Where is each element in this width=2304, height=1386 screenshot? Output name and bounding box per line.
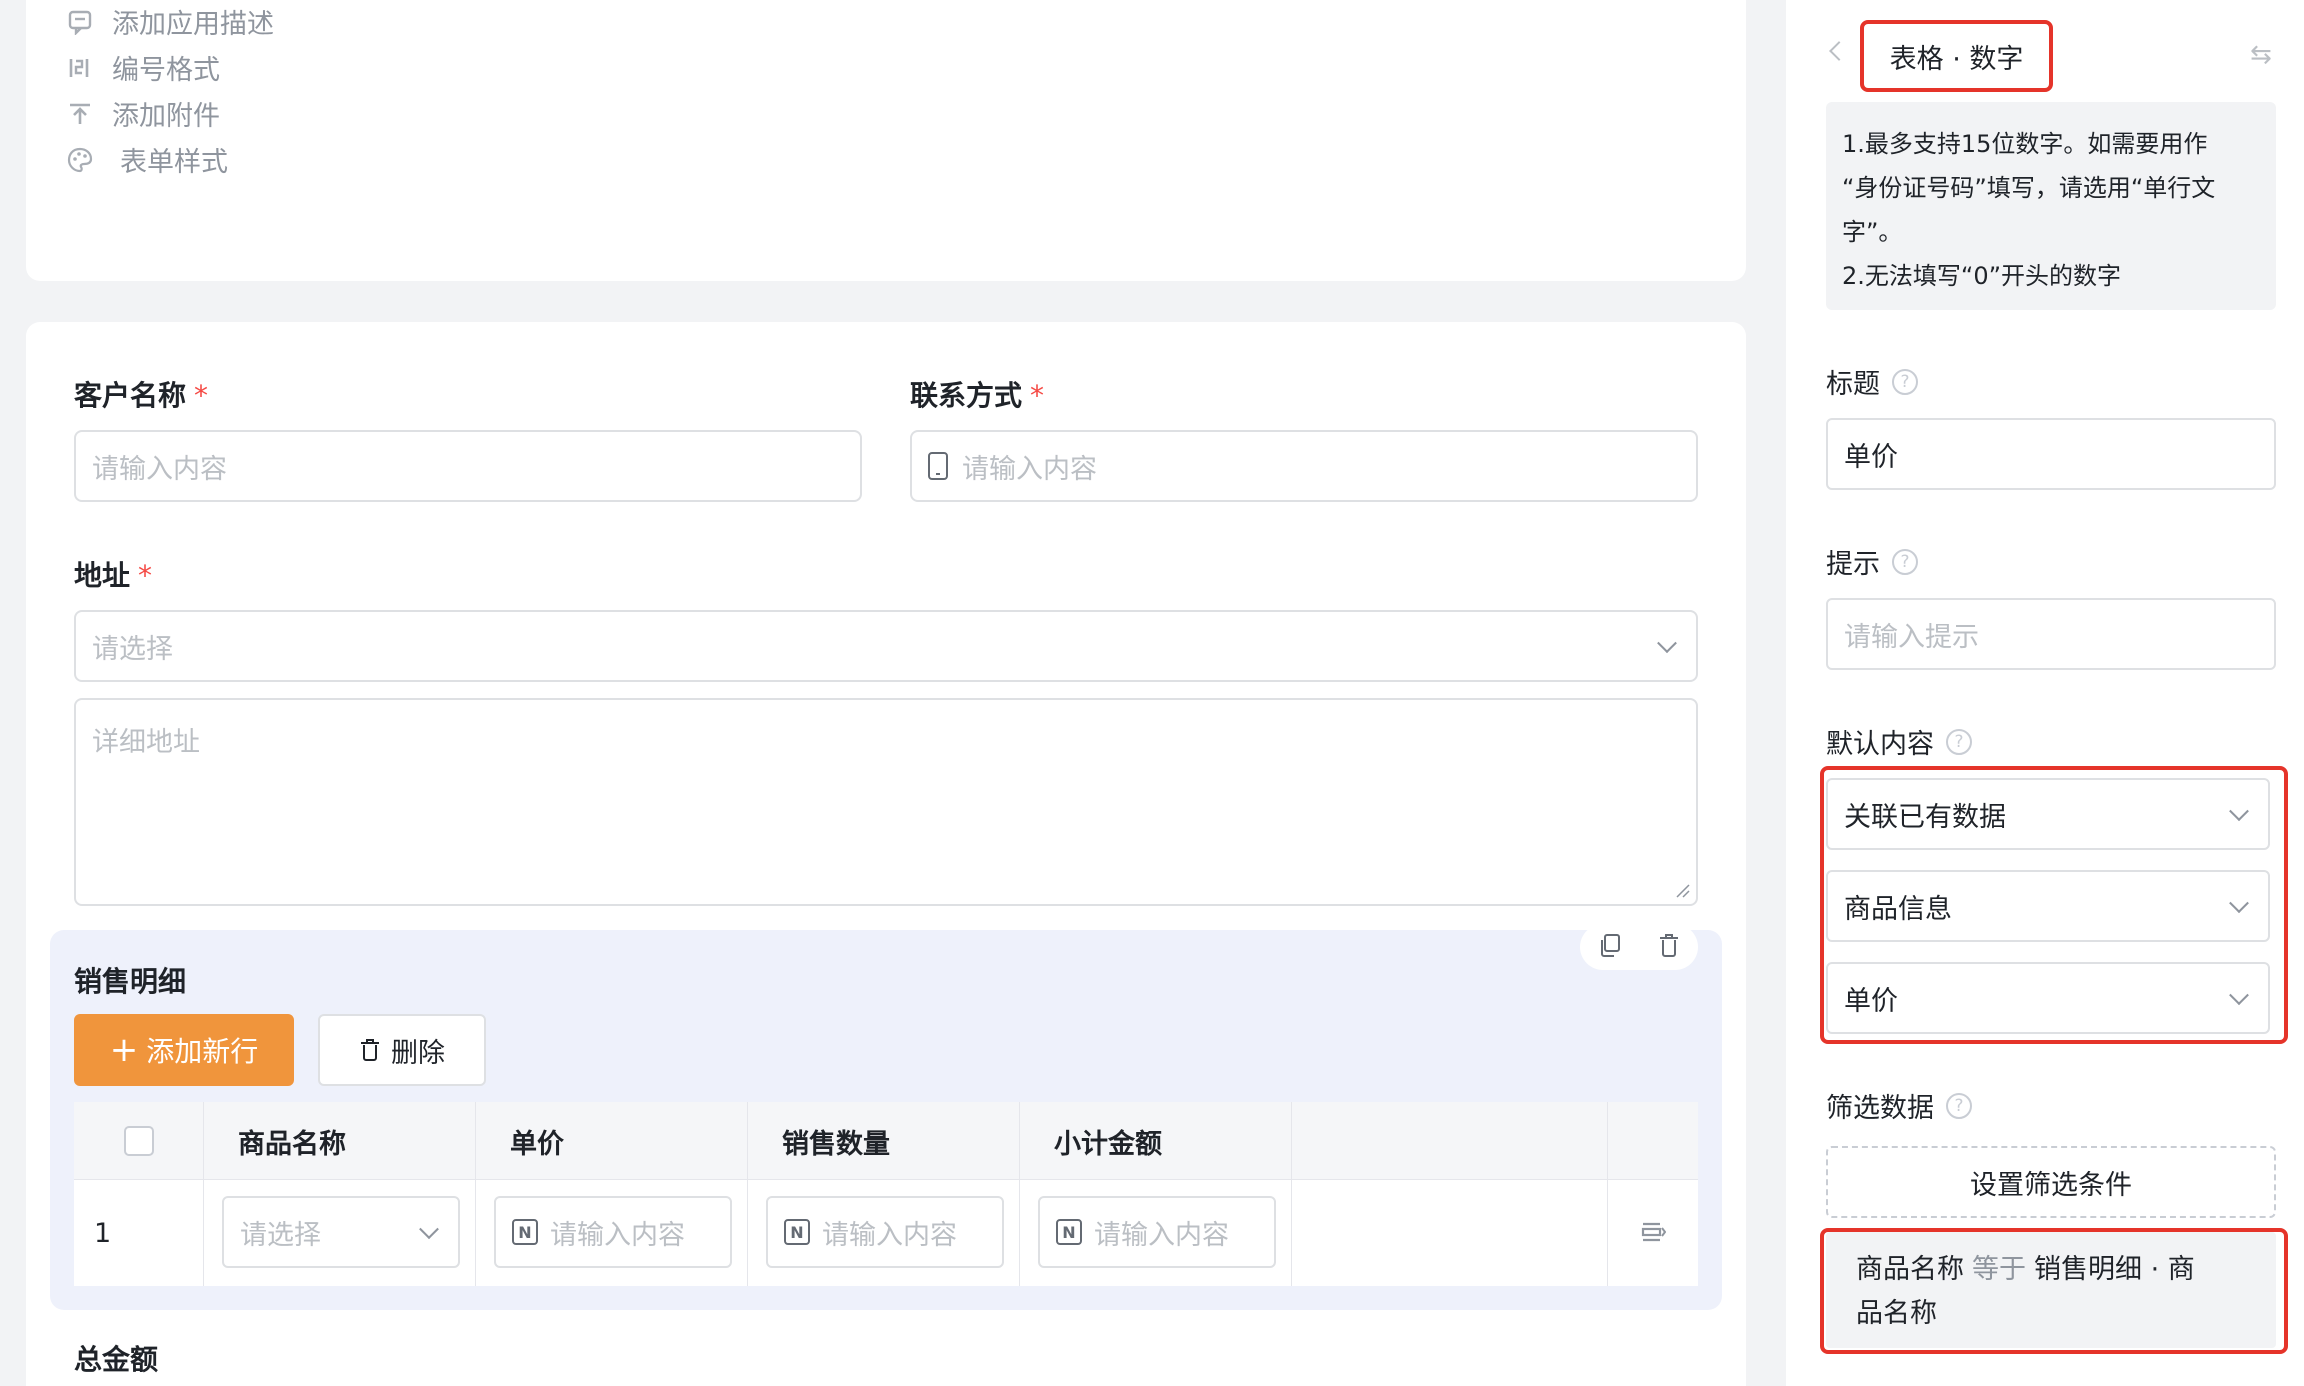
customer-name-input[interactable]: 请输入内容 xyxy=(74,430,862,502)
help-icon[interactable]: ? xyxy=(1946,728,1972,755)
contact-label: 联系方式 * xyxy=(910,379,1045,412)
upload-icon xyxy=(66,100,94,128)
condition-value-cont: 品名称 xyxy=(1856,1298,1937,1329)
chevron-down-icon xyxy=(2229,801,2249,822)
col-header-subtotal: 小计金额 xyxy=(1020,1102,1292,1180)
number-format-item[interactable]: 编号格式 xyxy=(66,48,220,87)
help-icon[interactable]: ? xyxy=(1892,368,1918,395)
address-detail-textarea[interactable]: 详细地址 xyxy=(74,698,1698,906)
trash-icon xyxy=(359,1038,381,1062)
form-settings-menu-card: 添加应用描述 编号格式 添加附件 表单样式 xyxy=(26,0,1746,281)
hint-prop-input[interactable]: 请输入提示 xyxy=(1826,598,2276,670)
select-all-checkbox[interactable] xyxy=(123,1126,154,1156)
field-tip-box: 1.最多支持15位数字。如需要用作 “身份证号码”填写，请选用“单行文 字”。 … xyxy=(1826,102,2276,310)
quantity-number-input[interactable]: N 请输入内容 xyxy=(766,1196,1004,1268)
sales-detail-table: 商品名称 单价 销售数量 小计金额 1 请选择 N 请输入内容 N 请输入内容 … xyxy=(74,1102,1698,1286)
trash-icon[interactable] xyxy=(1656,932,1682,962)
chevron-down-icon xyxy=(419,1219,439,1240)
row-index: 1 xyxy=(74,1180,204,1286)
number-icon: N xyxy=(512,1219,538,1245)
sales-detail-title: 销售明细 xyxy=(74,965,187,998)
add-attachment-label: 添加附件 xyxy=(112,101,220,132)
product-select[interactable]: 请选择 xyxy=(222,1196,460,1268)
chevron-down-icon xyxy=(2229,893,2249,914)
row-detail-icon[interactable] xyxy=(1640,1218,1667,1248)
title-prop-label: 标题 ? xyxy=(1826,362,1918,401)
copy-icon[interactable] xyxy=(1597,932,1623,962)
condition-operator: 等于 xyxy=(1972,1254,2026,1285)
number-icon: N xyxy=(1056,1219,1082,1245)
form-style-label: 表单样式 xyxy=(120,147,228,178)
number-format-icon xyxy=(66,54,94,82)
default-field-select[interactable]: 单价 xyxy=(1826,962,2270,1034)
help-icon[interactable]: ? xyxy=(1946,1092,1972,1119)
table-cell-product: 请选择 xyxy=(204,1180,476,1286)
number-format-label: 编号格式 xyxy=(112,55,220,86)
form-style-item[interactable]: 表单样式 xyxy=(66,140,228,179)
add-description-item[interactable]: 添加应用描述 xyxy=(66,2,274,41)
filter-condition-item[interactable]: 商品名称 等于 销售明细 · 商 品名称 xyxy=(1826,1232,2276,1348)
col-header-quantity: 销售数量 xyxy=(748,1102,1020,1180)
default-content-label: 默认内容 ? xyxy=(1826,722,1972,761)
default-source-select[interactable]: 商品信息 xyxy=(1826,870,2270,942)
chevron-down-icon xyxy=(2229,985,2249,1006)
customer-name-label: 客户名称 * xyxy=(74,379,209,412)
filter-data-label: 筛选数据 ? xyxy=(1826,1086,1972,1125)
hint-prop-label: 提示 ? xyxy=(1826,542,1918,581)
phone-icon xyxy=(928,452,948,480)
table-cell-quantity: N 请输入内容 xyxy=(748,1180,1020,1286)
contact-input[interactable]: 请输入内容 xyxy=(910,430,1698,502)
table-cell-price: N 请输入内容 xyxy=(476,1180,748,1286)
table-cell-empty xyxy=(1292,1180,1608,1286)
delete-rows-button[interactable]: 删除 xyxy=(318,1014,486,1086)
switch-field-type-icon[interactable]: ⇆ xyxy=(2250,40,2272,70)
resize-handle-icon[interactable] xyxy=(1674,882,1690,898)
add-attachment-item[interactable]: 添加附件 xyxy=(66,94,220,133)
palette-icon xyxy=(66,146,94,174)
col-header-empty xyxy=(1292,1102,1608,1180)
default-mode-select[interactable]: 关联已有数据 xyxy=(1826,778,2270,850)
plus-icon: + xyxy=(109,1030,139,1070)
subtable-toolbar xyxy=(1580,924,1698,970)
help-icon[interactable]: ? xyxy=(1892,548,1918,575)
add-description-label: 添加应用描述 xyxy=(112,9,274,40)
comment-icon xyxy=(66,8,94,36)
add-row-button[interactable]: + 添加新行 xyxy=(74,1014,294,1086)
field-type-title: 表格 · 数字 xyxy=(1860,20,2053,92)
title-prop-input[interactable]: 单价 xyxy=(1826,418,2276,490)
chevron-down-icon xyxy=(1657,633,1677,654)
price-number-input[interactable]: N 请输入内容 xyxy=(494,1196,732,1268)
required-mark: * xyxy=(194,379,209,412)
select-all-cell xyxy=(74,1102,204,1180)
table-cell-subtotal: N 请输入内容 xyxy=(1020,1180,1292,1286)
subtotal-number-input[interactable]: N 请输入内容 xyxy=(1038,1196,1276,1268)
condition-value: 销售明细 · 商 xyxy=(2034,1254,2195,1285)
address-region-select[interactable]: 请选择 xyxy=(74,610,1698,682)
number-icon: N xyxy=(784,1219,810,1245)
condition-field: 商品名称 xyxy=(1856,1254,1964,1285)
col-header-price: 单价 xyxy=(476,1102,748,1180)
row-actions-cell xyxy=(1608,1180,1698,1286)
set-filter-button[interactable]: 设置筛选条件 xyxy=(1826,1146,2276,1218)
col-header-product: 商品名称 xyxy=(204,1102,476,1180)
required-mark: * xyxy=(138,559,153,592)
total-amount-label: 总金额 xyxy=(74,1343,159,1376)
required-mark: * xyxy=(1030,379,1045,412)
address-label: 地址 * xyxy=(74,559,153,592)
